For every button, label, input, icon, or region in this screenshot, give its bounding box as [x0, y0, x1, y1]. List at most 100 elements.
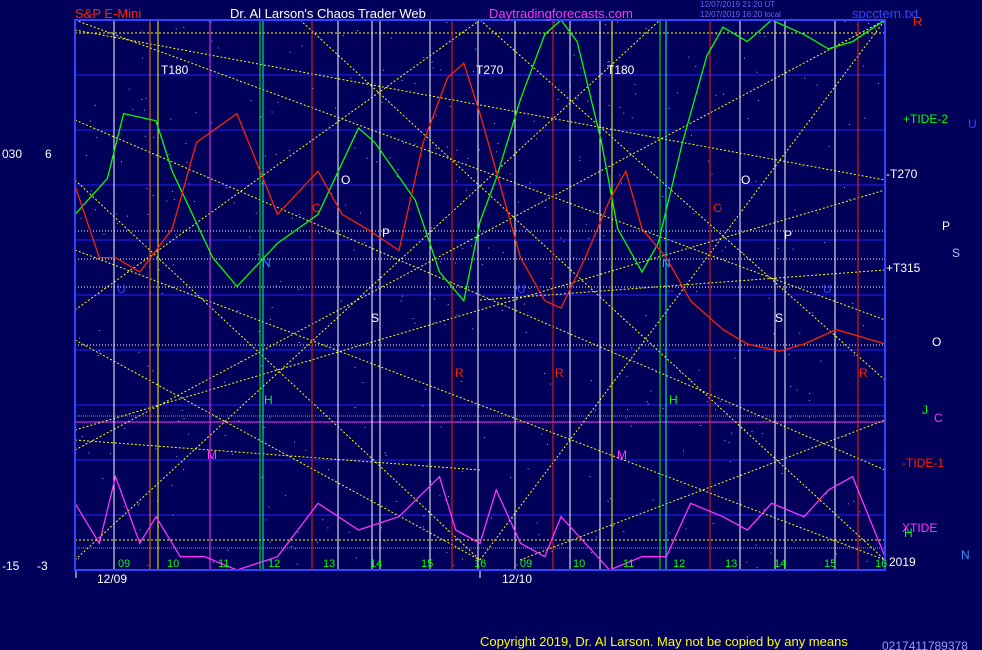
star-dot [868, 22, 869, 24]
star-dot [224, 435, 226, 436]
star-dot [475, 48, 477, 50]
star-dot [668, 290, 670, 292]
star-dot [576, 74, 578, 76]
x-hour-label: 09 [118, 558, 130, 570]
star-dot [756, 71, 758, 73]
star-dot [403, 142, 404, 144]
star-dot [88, 452, 90, 454]
star-dot [796, 389, 798, 391]
star-dot [183, 469, 185, 471]
star-dot [396, 500, 398, 502]
star-dot [295, 548, 297, 550]
star-dot [866, 561, 868, 562]
star-dot [211, 40, 213, 42]
star-dot [662, 196, 664, 197]
star-dot [671, 290, 673, 292]
star-dot [414, 83, 416, 85]
star-dot [172, 190, 174, 192]
right-label: -T270 [886, 167, 918, 181]
chart-canvas: 030 6-15 -3+TIDE-2 U-T270PS+T315OJC-TIDE-1X… [0, 0, 982, 650]
star-dot [689, 379, 691, 381]
x-hour-label: 15 [824, 558, 836, 570]
planet-label: U [117, 282, 126, 296]
site-link[interactable]: Daytradingforecasts.com [489, 6, 633, 21]
star-dot [462, 248, 464, 250]
right-label: 2019 [889, 555, 916, 569]
star-dot [447, 304, 449, 306]
star-dot [716, 33, 718, 35]
copyright-footer: Copyright 2019, Dr. Al Larson. May not b… [480, 634, 848, 649]
star-dot [294, 441, 295, 443]
star-dot [440, 426, 442, 428]
star-dot [698, 369, 700, 371]
star-dot [390, 37, 392, 39]
star-dot [453, 564, 455, 566]
star-dot [630, 425, 632, 427]
t-label: T180 [607, 63, 635, 77]
star-dot [712, 523, 714, 525]
star-dot [154, 422, 156, 424]
star-dot [354, 407, 356, 408]
star-dot [170, 118, 172, 120]
planet-label: M [207, 448, 217, 462]
star-dot [432, 67, 434, 69]
star-dot [362, 382, 364, 383]
star-dot [330, 31, 332, 33]
star-dot [853, 355, 855, 357]
star-dot [382, 69, 384, 71]
star-dot [354, 147, 356, 149]
x-hour-label: 12 [268, 558, 280, 570]
star-dot [147, 564, 149, 566]
star-dot [186, 162, 188, 164]
star-dot [809, 416, 811, 418]
x-date-label: 12/10 [502, 572, 532, 586]
star-dot [777, 247, 779, 249]
star-dot [430, 481, 432, 483]
star-dot [590, 380, 592, 382]
right-label: H [904, 526, 913, 540]
star-dot [746, 561, 748, 563]
star-dot [816, 212, 818, 214]
star-dot [722, 93, 724, 95]
star-dot [288, 150, 290, 152]
t-label: T270 [476, 63, 504, 77]
star-dot [291, 546, 292, 547]
star-dot [527, 468, 529, 470]
right-label: O [932, 335, 941, 349]
star-dot [724, 439, 726, 441]
star-dot [350, 77, 352, 79]
star-dot [467, 157, 469, 159]
star-dot [188, 433, 190, 435]
planet-label: M [617, 448, 627, 462]
page-title: Dr. Al Larson's Chaos Trader Web [230, 6, 426, 21]
star-dot [183, 27, 185, 28]
star-dot [551, 550, 553, 552]
star-dot [510, 476, 512, 478]
star-dot [210, 122, 212, 124]
star-dot [693, 213, 695, 214]
star-dot [844, 435, 846, 437]
star-dot [284, 495, 286, 497]
star-dot [731, 432, 733, 434]
star-dot [422, 526, 424, 528]
star-dot [292, 217, 293, 219]
star-dot [707, 160, 709, 162]
star-dot [847, 503, 849, 505]
star-dot [621, 182, 622, 184]
star-dot [132, 108, 134, 110]
star-dot [249, 236, 251, 238]
y-axis-label-top: 030 [2, 147, 22, 161]
star-dot [804, 77, 806, 79]
star-dot [690, 134, 692, 136]
planet-label: C [312, 201, 321, 215]
star-dot [301, 288, 303, 290]
right-label: +TIDE-2 [903, 112, 948, 126]
star-dot [116, 223, 118, 224]
star-dot [484, 437, 486, 439]
planet-label: R [859, 366, 868, 380]
planet-label: H [669, 393, 678, 407]
star-dot [623, 112, 625, 114]
star-dot [608, 60, 610, 62]
star-dot [194, 201, 196, 202]
right-label: P [942, 219, 950, 233]
